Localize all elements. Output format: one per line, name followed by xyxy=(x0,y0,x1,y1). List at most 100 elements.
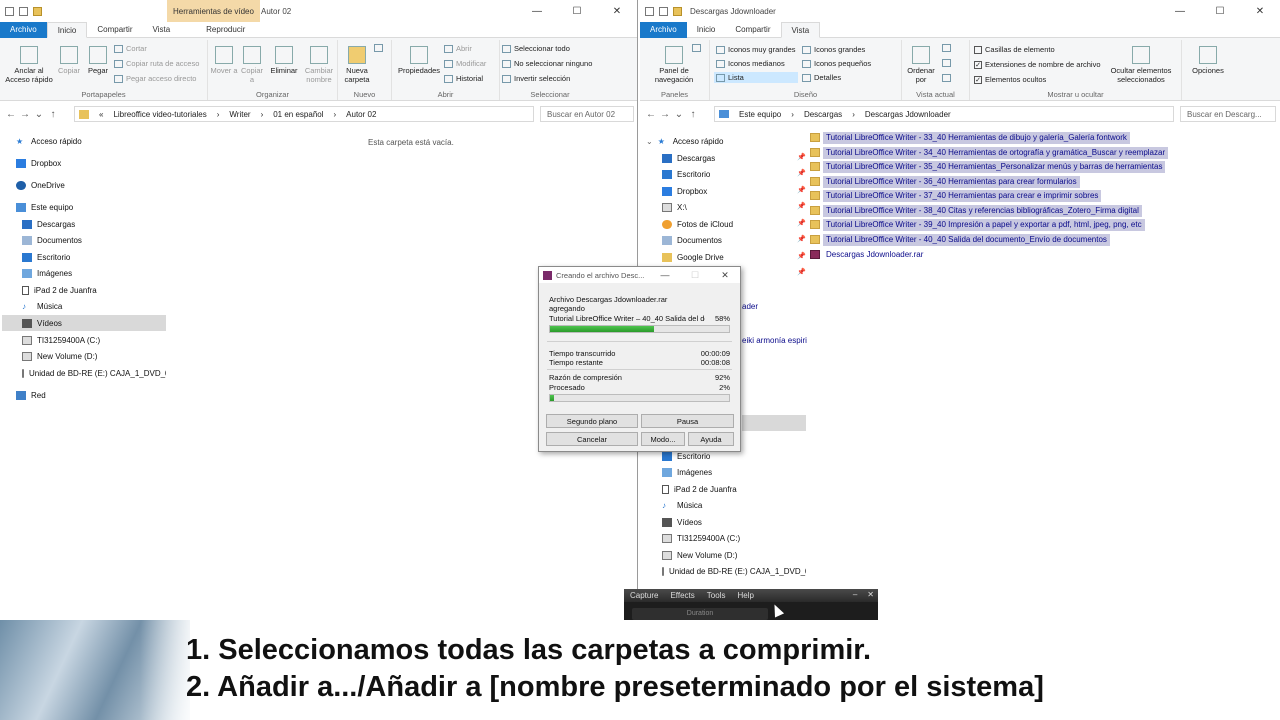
maximize-icon[interactable]: ☐ xyxy=(557,0,597,22)
breadcrumb-item[interactable]: Descargas xyxy=(804,110,842,119)
preview-pane-button[interactable] xyxy=(692,44,701,52)
pin-icon[interactable]: 📌 xyxy=(797,219,806,227)
tree-item-escritorio[interactable]: Escritorio xyxy=(662,166,710,182)
search-input[interactable]: Buscar en Descarg... xyxy=(1180,106,1276,122)
tree-item-videos[interactable]: Vídeos xyxy=(2,315,166,331)
tree-item-this-pc[interactable]: Este equipo xyxy=(16,199,73,215)
tree-item-imagenes[interactable]: Imágenes xyxy=(662,464,712,480)
move-to-button[interactable]: Mover a xyxy=(210,44,238,75)
expand-icon[interactable]: ⌄ xyxy=(646,137,653,146)
tree-item-documentos[interactable]: Documentos xyxy=(22,232,82,248)
list-item[interactable]: Tutorial LibreOffice Writer - 33_40 Herr… xyxy=(810,131,1130,144)
copy-button[interactable]: Copiar xyxy=(56,44,82,75)
close-icon[interactable]: ✕ xyxy=(710,267,740,283)
item-checkboxes-toggle[interactable]: Casillas de elemento xyxy=(974,45,1055,54)
options-button[interactable]: Opciones xyxy=(1188,44,1228,75)
tree-item-descargas[interactable]: Descargas xyxy=(22,216,75,232)
recent-icon[interactable]: ⌄ xyxy=(672,109,686,120)
tree-item-escritorio[interactable]: Escritorio xyxy=(22,249,70,265)
layout-medium-icons[interactable]: Iconos medianos xyxy=(716,59,785,68)
delete-button[interactable]: Eliminar xyxy=(268,44,300,75)
breadcrumb-sep-icon[interactable]: › xyxy=(334,110,337,119)
tree-item-musica[interactable]: ♪ Música xyxy=(22,298,62,314)
cancel-button[interactable]: Cancelar xyxy=(546,432,638,446)
back-icon[interactable]: ← xyxy=(4,109,18,120)
pin-icon[interactable]: 📌 xyxy=(797,153,806,161)
new-folder-quick-icon[interactable] xyxy=(33,7,42,16)
new-folder-quick-icon[interactable] xyxy=(673,7,682,16)
minimize-icon[interactable]: — xyxy=(517,0,557,22)
tab-compartir[interactable]: Compartir xyxy=(725,22,780,38)
list-item[interactable]: Tutorial LibreOffice Writer - 34_40 Herr… xyxy=(810,146,1169,159)
tab-archivo[interactable]: Archivo xyxy=(640,22,687,38)
tab-inicio[interactable]: Inicio xyxy=(46,22,88,38)
tree-item-dropbox[interactable]: Dropbox xyxy=(16,155,61,171)
breadcrumb-item[interactable]: Writer xyxy=(229,110,250,119)
properties-quick-icon[interactable] xyxy=(659,7,668,16)
tree-item-google-drive[interactable]: Google Drive xyxy=(662,249,724,265)
breadcrumb-overflow-icon[interactable]: « xyxy=(99,110,103,119)
tree-item-quick-access[interactable]: ⌄ ★ Acceso rápido xyxy=(646,133,723,149)
breadcrumb-item[interactable]: 01 en español xyxy=(273,110,323,119)
pin-icon[interactable]: 📌 xyxy=(797,252,806,260)
tree-item-videos[interactable]: Vídeos xyxy=(662,514,702,530)
address-bar[interactable]: Este equipo › Descargas › Descargas Jdownl… xyxy=(714,106,1174,122)
tree-item-drive-c[interactable]: TI31259400A (C:) xyxy=(22,332,100,348)
open-button[interactable]: Abrir xyxy=(444,44,472,53)
list-item[interactable]: Tutorial LibreOffice Writer - 38_40 Cita… xyxy=(810,204,1142,217)
copy-path-button[interactable]: Copiar ruta de acceso xyxy=(114,59,199,68)
recent-icon[interactable]: ⌄ xyxy=(32,109,46,120)
tab-vista[interactable]: Vista xyxy=(780,22,821,38)
layout-large-icons[interactable]: Iconos grandes xyxy=(802,45,865,54)
list-item[interactable]: Tutorial LibreOffice Writer - 40_40 Sali… xyxy=(810,233,1110,246)
edit-button[interactable]: Modificar xyxy=(444,59,486,68)
close-icon[interactable]: ✕ xyxy=(1240,0,1280,22)
breadcrumb-sep-icon[interactable]: › xyxy=(791,110,794,119)
list-item[interactable]: Tutorial LibreOffice Writer - 35_40 Herr… xyxy=(810,160,1166,173)
menu-capture[interactable]: Capture xyxy=(624,591,664,600)
breadcrumb-item[interactable]: Este equipo xyxy=(739,110,781,119)
tree-item-documentos[interactable]: Documentos xyxy=(662,232,722,248)
help-button[interactable]: Ayuda xyxy=(688,432,734,446)
tree-item-descargas[interactable]: Descargas xyxy=(662,150,715,166)
menu-tools[interactable]: Tools xyxy=(701,591,732,600)
tree-item-drive-d[interactable]: New Volume (D:) xyxy=(662,547,737,563)
tree-item-dropbox[interactable]: Dropbox xyxy=(662,183,707,199)
list-item[interactable]: Descargas Jdownloader.rar xyxy=(810,248,926,261)
tab-reproducir[interactable]: Reproducir xyxy=(196,22,255,38)
tree-item-onedrive[interactable]: OneDrive xyxy=(16,177,65,193)
copy-to-button[interactable]: Copiar a xyxy=(238,44,266,84)
tab-vista[interactable]: Vista xyxy=(143,22,181,38)
breadcrumb-sep-icon[interactable]: › xyxy=(261,110,264,119)
tree-item-drive-c[interactable]: TI31259400A (C:) xyxy=(662,530,740,546)
extensions-toggle[interactable]: ✓ Extensiones de nombre de archivo xyxy=(974,60,1101,69)
cut-button[interactable]: Cortar xyxy=(114,44,147,53)
add-columns-button[interactable] xyxy=(942,59,951,67)
tree-item-bd-re[interactable]: Unidad de BD-RE (E:) CAJA_1_DVD_0 xyxy=(662,563,806,579)
size-columns-button[interactable] xyxy=(942,74,951,82)
invert-selection-button[interactable]: Invertir selección xyxy=(502,74,570,83)
close-icon[interactable]: ✕ xyxy=(597,0,637,22)
hide-selected-button[interactable]: Ocultar elementos seleccionados xyxy=(1104,44,1178,84)
tree-item-drive-d[interactable]: New Volume (D:) xyxy=(22,348,97,364)
background-button[interactable]: Segundo plano xyxy=(546,414,638,428)
history-button[interactable]: Historial xyxy=(444,74,483,83)
close-icon[interactable]: ✕ xyxy=(867,590,874,599)
hidden-items-toggle[interactable]: ✓ Elementos ocultos xyxy=(974,75,1046,84)
mode-button[interactable]: Modo... xyxy=(641,432,685,446)
breadcrumb-item[interactable]: Autor 02 xyxy=(346,110,376,119)
pause-button[interactable]: Pausa xyxy=(641,414,734,428)
layout-list[interactable]: Lista xyxy=(714,72,798,83)
pin-icon[interactable]: 📌 xyxy=(797,268,806,276)
select-all-button[interactable]: Seleccionar todo xyxy=(502,44,570,53)
search-input[interactable]: Buscar en Autor 02 xyxy=(540,106,634,122)
tree-item-imagenes[interactable]: Imágenes xyxy=(22,265,72,281)
breadcrumb-sep-icon[interactable]: › xyxy=(852,110,855,119)
up-icon[interactable]: ↑ xyxy=(686,109,700,120)
pin-icon[interactable]: 📌 xyxy=(797,235,806,243)
paste-shortcut-button[interactable]: Pegar acceso directo xyxy=(114,74,196,83)
breadcrumb-item[interactable]: Descargas Jdownloader xyxy=(865,110,951,119)
list-item[interactable]: Tutorial LibreOffice Writer - 36_40 Herr… xyxy=(810,175,1080,188)
group-by-button[interactable] xyxy=(942,44,951,52)
tree-item-ipad[interactable]: iPad 2 de Juanfra xyxy=(662,481,737,497)
